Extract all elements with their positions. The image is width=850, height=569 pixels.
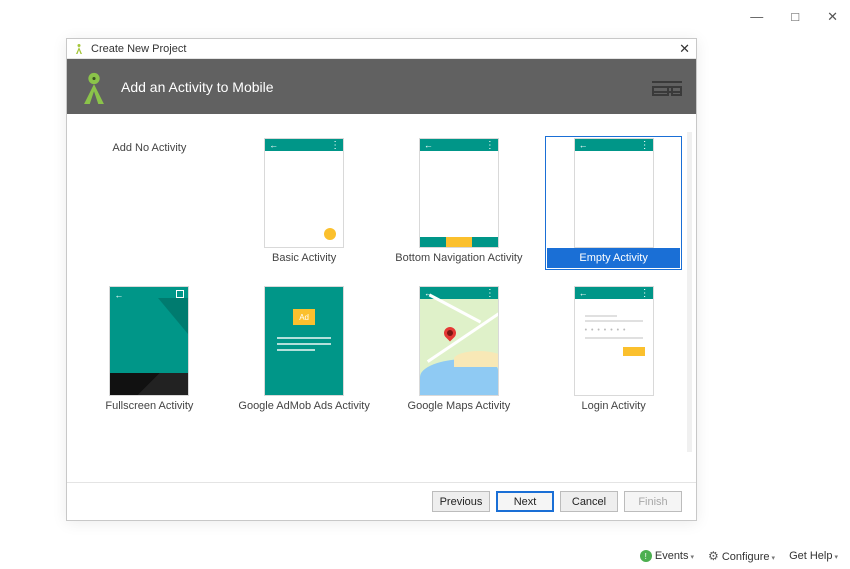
previous-button[interactable]: Previous bbox=[432, 491, 490, 512]
activity-card-no-activity[interactable]: Add No Activity bbox=[81, 136, 218, 270]
maximize-button[interactable]: □ bbox=[791, 10, 799, 23]
activity-thumbnail: ←⋮ bbox=[264, 138, 344, 248]
create-project-dialog: Create New Project ✕ Add an Activity to … bbox=[66, 38, 697, 521]
finish-button[interactable]: Finish bbox=[624, 491, 682, 512]
activity-thumbnail: Ad bbox=[264, 286, 344, 396]
android-studio-icon bbox=[73, 43, 85, 55]
activity-label: Google AdMob Ads Activity bbox=[238, 400, 369, 412]
activity-card-login[interactable]: ←⋮• • • • • • • Login Activity bbox=[545, 284, 682, 418]
events-badge-icon: ! bbox=[640, 550, 652, 562]
activity-thumbnail: ←⋮• • • • • • • bbox=[574, 286, 654, 396]
activity-card-admob[interactable]: Ad Google AdMob Ads Activity bbox=[236, 284, 373, 418]
activity-label: Fullscreen Activity bbox=[105, 400, 193, 412]
activity-label: Empty Activity bbox=[579, 252, 647, 264]
activity-gallery: Add No Activity ←⋮ Basic Activity ←⋮ Bottom … bbox=[67, 114, 696, 482]
activity-thumbnail: ←⋮ bbox=[419, 286, 499, 396]
activity-card-fullscreen[interactable]: ← Fullscreen Activity bbox=[81, 284, 218, 418]
activity-card-basic[interactable]: ←⋮ Basic Activity bbox=[236, 136, 373, 270]
configure-menu[interactable]: ⚙ Configure▾ bbox=[708, 549, 775, 563]
android-studio-logo-icon bbox=[77, 70, 111, 104]
scrollbar[interactable] bbox=[687, 132, 692, 452]
activity-label: Login Activity bbox=[582, 400, 646, 412]
close-window-button[interactable]: ✕ bbox=[827, 10, 838, 23]
activity-card-bottom-nav[interactable]: ←⋮ Bottom Navigation Activity bbox=[391, 136, 528, 270]
form-factor-icon bbox=[652, 74, 682, 100]
get-help-menu[interactable]: Get Help▾ bbox=[789, 550, 838, 562]
events-menu[interactable]: ! Events▾ bbox=[640, 550, 694, 563]
cancel-button[interactable]: Cancel bbox=[560, 491, 618, 512]
activity-thumbnail: ←⋮ bbox=[419, 138, 499, 248]
activity-card-maps[interactable]: ←⋮ Google Maps Activity bbox=[391, 284, 528, 418]
dialog-titlebar: Create New Project ✕ bbox=[67, 39, 696, 59]
activity-thumbnail: ← bbox=[109, 286, 189, 396]
window-controls: — □ ✕ bbox=[750, 10, 838, 23]
minimize-button[interactable]: — bbox=[750, 10, 763, 23]
dialog-title: Create New Project bbox=[91, 43, 186, 55]
dialog-header-title: Add an Activity to Mobile bbox=[121, 79, 274, 95]
activity-label: Add No Activity bbox=[112, 142, 186, 154]
activity-label: Bottom Navigation Activity bbox=[395, 252, 522, 264]
gear-icon: ⚙ bbox=[708, 549, 719, 563]
activity-thumbnail: ←⋮ bbox=[574, 138, 654, 248]
activity-label: Basic Activity bbox=[272, 252, 336, 264]
dialog-close-button[interactable]: ✕ bbox=[679, 41, 690, 57]
next-button[interactable]: Next bbox=[496, 491, 554, 512]
dialog-footer: Previous Next Cancel Finish bbox=[67, 482, 696, 520]
activity-label: Google Maps Activity bbox=[408, 400, 511, 412]
status-bar: ! Events▾ ⚙ Configure▾ Get Help▾ bbox=[640, 549, 838, 563]
dialog-header: Add an Activity to Mobile bbox=[67, 59, 696, 114]
activity-card-empty[interactable]: ←⋮ Empty Activity bbox=[545, 136, 682, 270]
